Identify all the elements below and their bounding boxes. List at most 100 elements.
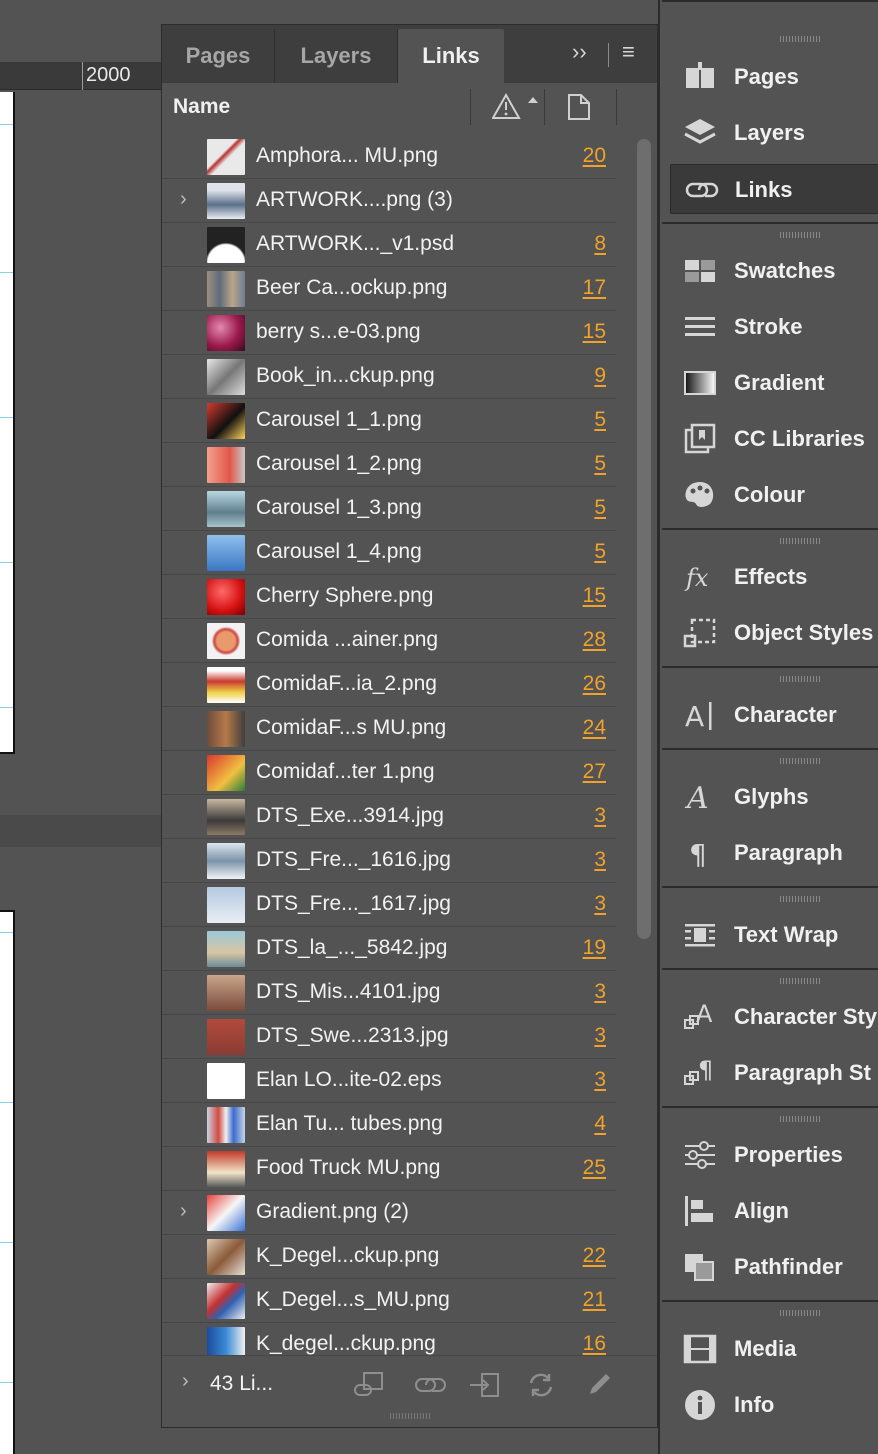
link-row[interactable]: ComidaF...s MU.png 24: [162, 707, 616, 751]
link-row[interactable]: Comida ...ainer.png 28: [162, 619, 616, 663]
collapse-icon[interactable]: ››: [572, 39, 587, 65]
link-row[interactable]: DTS_Exe...3914.jpg 3: [162, 795, 616, 839]
page-number-link[interactable]: 26: [583, 672, 606, 696]
horizontal-ruler[interactable]: 2000: [0, 62, 162, 90]
update-link-icon[interactable]: [524, 1370, 558, 1400]
link-row[interactable]: Food Truck MU.png 25: [162, 1147, 616, 1191]
dock-item-character[interactable]: A Character: [670, 690, 878, 740]
link-row[interactable]: › ARTWORK....png (3): [162, 179, 616, 223]
tab-pages[interactable]: Pages: [162, 29, 274, 83]
go-to-link-icon[interactable]: [468, 1370, 502, 1400]
page-number-link[interactable]: 15: [583, 320, 606, 344]
links-list[interactable]: Amphora... MU.png 20 › ARTWORK....png (3) AR…: [162, 135, 632, 1375]
dock-group-grip[interactable]: [780, 538, 820, 544]
dock-item-paragraph-st[interactable]: ¶ Paragraph St: [670, 1048, 878, 1098]
dock-item-cc-libraries[interactable]: CC Libraries: [670, 414, 878, 464]
link-row[interactable]: ARTWORK..._v1.psd 8: [162, 223, 616, 267]
scrollbar[interactable]: [635, 137, 653, 1377]
dock-item-glyphs[interactable]: A Glyphs: [670, 772, 878, 822]
dock-group-grip[interactable]: [780, 232, 820, 238]
dock-item-pages[interactable]: Pages: [670, 52, 878, 102]
dock-item-gradient[interactable]: Gradient: [670, 358, 878, 408]
page-number-link[interactable]: 21: [583, 1288, 606, 1312]
expand-chevron-icon[interactable]: ›: [182, 1370, 189, 1393]
page-number-link[interactable]: 3: [594, 804, 606, 828]
dock-item-character-sty[interactable]: A Character Sty: [670, 992, 878, 1042]
dock-group-grip[interactable]: [780, 36, 820, 42]
page-column-icon[interactable]: [566, 93, 592, 121]
scrollbar-thumb[interactable]: [637, 139, 651, 939]
document-page[interactable]: [0, 92, 15, 754]
relink-icon[interactable]: [412, 1370, 446, 1400]
link-row[interactable]: Carousel 1_1.png 5: [162, 399, 616, 443]
expand-chevron-icon[interactable]: ›: [180, 1200, 187, 1223]
page-number-link[interactable]: 5: [594, 496, 606, 520]
link-row[interactable]: Beer Ca...ockup.png 17: [162, 267, 616, 311]
page-number-link[interactable]: 28: [583, 628, 606, 652]
link-row[interactable]: DTS_Mis...4101.jpg 3: [162, 971, 616, 1015]
page-number-link[interactable]: 15: [583, 584, 606, 608]
expand-chevron-icon[interactable]: ›: [180, 188, 187, 211]
page-number-link[interactable]: 9: [594, 364, 606, 388]
dock-item-effects[interactable]: fx Effects: [670, 552, 878, 602]
panel-menu-icon[interactable]: ≡: [622, 39, 635, 65]
dock-group-grip[interactable]: [780, 758, 820, 764]
page-number-link[interactable]: 19: [583, 936, 606, 960]
link-row[interactable]: berry s...e-03.png 15: [162, 311, 616, 355]
page-number-link[interactable]: 20: [583, 144, 606, 168]
link-row[interactable]: Book_in...ckup.png 9: [162, 355, 616, 399]
tab-layers[interactable]: Layers: [275, 29, 397, 83]
relink-from-cc-icon[interactable]: [352, 1370, 386, 1400]
page-number-link[interactable]: 27: [583, 760, 606, 784]
link-row[interactable]: Cherry Sphere.png 15: [162, 575, 616, 619]
dock-item-swatches[interactable]: Swatches: [670, 246, 878, 296]
link-row[interactable]: DTS_Fre..._1616.jpg 3: [162, 839, 616, 883]
page-number-link[interactable]: 17: [583, 276, 606, 300]
page-number-link[interactable]: 5: [594, 452, 606, 476]
dock-item-properties[interactable]: Properties: [670, 1130, 878, 1180]
link-row[interactable]: K_Degel...s_MU.png 21: [162, 1279, 616, 1323]
dock-item-media[interactable]: Media: [670, 1324, 878, 1374]
page-number-link[interactable]: 3: [594, 848, 606, 872]
page-number-link[interactable]: 5: [594, 540, 606, 564]
dock-item-stroke[interactable]: Stroke: [670, 302, 878, 352]
link-row[interactable]: Comidaf...ter 1.png 27: [162, 751, 616, 795]
name-column-header[interactable]: Name: [173, 95, 230, 119]
link-row[interactable]: Carousel 1_2.png 5: [162, 443, 616, 487]
document-canvas[interactable]: 2000: [0, 0, 162, 1454]
page-number-link[interactable]: 16: [583, 1332, 606, 1356]
link-row[interactable]: DTS_Swe...2313.jpg 3: [162, 1015, 616, 1059]
tab-links[interactable]: Links: [398, 29, 504, 83]
dock-item-paragraph[interactable]: ¶ Paragraph: [670, 828, 878, 878]
page-number-link[interactable]: 5: [594, 408, 606, 432]
panel-resize-grip[interactable]: [390, 1413, 430, 1419]
link-row[interactable]: › Gradient.png (2): [162, 1191, 616, 1235]
dock-group-grip[interactable]: [780, 676, 820, 682]
edit-original-icon[interactable]: [582, 1370, 616, 1400]
document-page[interactable]: [0, 910, 15, 1454]
page-number-link[interactable]: 8: [594, 232, 606, 256]
page-number-link[interactable]: 3: [594, 980, 606, 1004]
dock-item-align[interactable]: Align: [670, 1186, 878, 1236]
dock-item-text-wrap[interactable]: Text Wrap: [670, 910, 878, 960]
page-number-link[interactable]: 4: [594, 1112, 606, 1136]
dock-group-grip[interactable]: [780, 1310, 820, 1316]
link-row[interactable]: Carousel 1_3.png 5: [162, 487, 616, 531]
dock-item-links[interactable]: Links: [670, 164, 878, 214]
dock-item-layers[interactable]: Layers: [670, 108, 878, 158]
page-number-link[interactable]: 3: [594, 1024, 606, 1048]
dock-item-pathfinder[interactable]: Pathfinder: [670, 1242, 878, 1292]
page-number-link[interactable]: 24: [583, 716, 606, 740]
link-row[interactable]: Elan LO...ite-02.eps 3: [162, 1059, 616, 1103]
page-number-link[interactable]: 3: [594, 1068, 606, 1092]
page-number-link[interactable]: 22: [583, 1244, 606, 1268]
dock-item-colour[interactable]: Colour: [670, 470, 878, 520]
page-number-link[interactable]: 25: [583, 1156, 606, 1180]
link-row[interactable]: ComidaF...ia_2.png 26: [162, 663, 616, 707]
link-row[interactable]: Amphora... MU.png 20: [162, 135, 616, 179]
dock-item-object-styles[interactable]: Object Styles: [670, 608, 878, 658]
page-number-link[interactable]: 3: [594, 892, 606, 916]
warning-sort-icon[interactable]: [492, 93, 540, 121]
link-row[interactable]: DTS_la_..._5842.jpg 19: [162, 927, 616, 971]
link-row[interactable]: Elan Tu... tubes.png 4: [162, 1103, 616, 1147]
